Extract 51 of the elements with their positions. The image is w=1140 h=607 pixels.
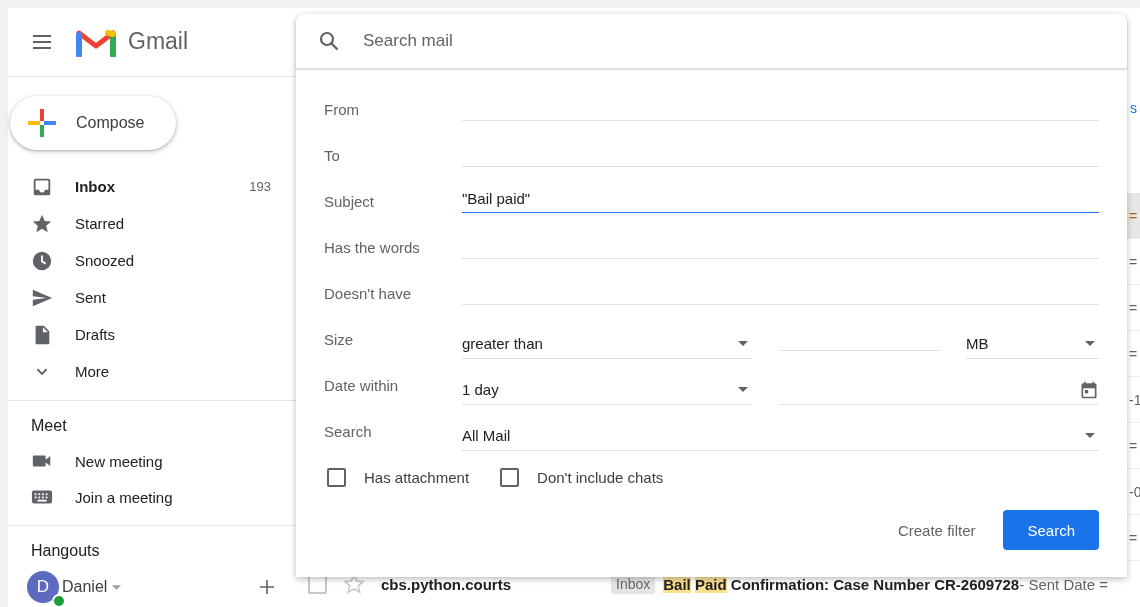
field-label: To bbox=[324, 146, 341, 164]
field-label: Search bbox=[324, 422, 373, 440]
dropdown-caret-icon bbox=[738, 387, 748, 392]
dropdown[interactable]: MB bbox=[966, 329, 1099, 359]
clock-icon bbox=[31, 249, 53, 272]
email-snippet: = bbox=[1129, 528, 1139, 548]
app-name: Gmail bbox=[128, 28, 189, 56]
dropdown-caret-icon bbox=[112, 584, 122, 590]
dropdown[interactable]: All Mail bbox=[462, 421, 1099, 451]
nav-item[interactable]: Snoozed bbox=[75, 252, 135, 270]
field-label: Has the words bbox=[324, 238, 421, 256]
checkbox-label: Don't include chats bbox=[537, 468, 664, 486]
compose-button[interactable]: Compose bbox=[10, 95, 176, 151]
nav-item[interactable]: Sent bbox=[75, 289, 106, 307]
dropdown-caret-icon bbox=[1085, 341, 1095, 346]
dropdown-caret-icon bbox=[738, 341, 748, 346]
user-name[interactable]: Daniel bbox=[62, 578, 108, 597]
field-label: Date within bbox=[324, 376, 400, 394]
nav-item[interactable]: Starred bbox=[75, 215, 125, 233]
email-snippet: -0 bbox=[1129, 482, 1140, 502]
nav-item[interactable]: More bbox=[75, 363, 110, 381]
search-button[interactable]: Search bbox=[1003, 510, 1099, 550]
email-snippet: = bbox=[1129, 298, 1139, 318]
section-title: Hangouts bbox=[30, 541, 101, 562]
search-icon bbox=[317, 29, 341, 53]
field-label: From bbox=[324, 100, 360, 118]
link-text[interactable]: s bbox=[1130, 100, 1137, 116]
unread-count: 193 bbox=[249, 179, 271, 195]
checkbox-label: Has attachment bbox=[364, 468, 470, 486]
calendar-icon bbox=[1079, 379, 1099, 400]
email-snippet: = bbox=[1129, 436, 1139, 456]
meet-item[interactable]: Join a meeting bbox=[75, 488, 173, 506]
nav-item[interactable]: Drafts bbox=[75, 326, 115, 344]
meet-item[interactable]: New meeting bbox=[75, 452, 163, 470]
dropdown[interactable]: greater than bbox=[462, 329, 752, 359]
add-icon[interactable] bbox=[259, 579, 275, 596]
section-title: Meet bbox=[30, 416, 68, 437]
nav-item[interactable]: Inbox bbox=[75, 178, 115, 196]
field-label: Doesn't have bbox=[324, 284, 413, 302]
dropdown-caret-icon bbox=[1085, 433, 1095, 438]
email-snippet: = bbox=[1129, 252, 1139, 272]
email-snippet: - Sent Date = bbox=[1019, 575, 1109, 593]
dropdown[interactable]: 1 day bbox=[462, 375, 752, 405]
email-snippet: -1 bbox=[1129, 390, 1140, 410]
checkbox[interactable] bbox=[327, 467, 346, 487]
field-label: Size bbox=[324, 330, 355, 348]
checkbox[interactable] bbox=[500, 467, 520, 487]
email-sender: cbs.python.courts bbox=[381, 575, 512, 593]
email-snippet: = bbox=[1129, 344, 1139, 364]
field-label: Subject bbox=[324, 192, 376, 210]
avatar: D bbox=[27, 571, 59, 604]
